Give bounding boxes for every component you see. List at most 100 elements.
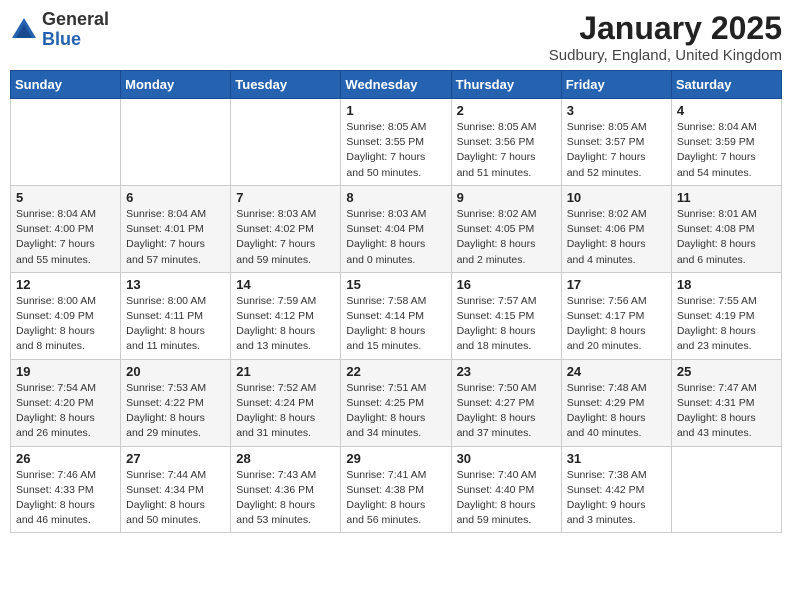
weekday-header-sunday: Sunday — [11, 71, 121, 99]
calendar-cell: 23Sunrise: 7:50 AM Sunset: 4:27 PM Dayli… — [451, 359, 561, 446]
day-info: Sunrise: 7:38 AM Sunset: 4:42 PM Dayligh… — [567, 468, 666, 529]
weekday-header-monday: Monday — [121, 71, 231, 99]
day-info: Sunrise: 7:43 AM Sunset: 4:36 PM Dayligh… — [236, 468, 335, 529]
day-number: 4 — [677, 103, 776, 118]
day-number: 12 — [16, 277, 115, 292]
calendar-cell: 25 Sunrise: 7:47 AM Sunset: 4:31 PM Dayli… — [671, 359, 781, 446]
calendar-table: SundayMondayTuesdayWednesdayThursdayFrid… — [10, 70, 782, 533]
calendar-cell: 1 Sunrise: 8:05 AM Sunset: 3:55 PM Daylig… — [341, 99, 451, 186]
calendar-cell: 28 Sunrise: 7:43 AM Sunset: 4:36 PM Dayli… — [231, 446, 341, 533]
calendar-cell: 14Sunrise: 7:59 AM Sunset: 4:12 PM Dayli… — [231, 272, 341, 359]
day-number: 28 — [236, 451, 335, 466]
day-info: Sunrise: 8:00 AM Sunset: 4:11 PM Dayligh… — [126, 294, 225, 355]
day-number: 7 — [236, 190, 335, 205]
month-title: January 2025 — [549, 10, 782, 47]
calendar-cell — [121, 99, 231, 186]
calendar-cell: 27 Sunrise: 7:44 AM Sunset: 4:34 PM Dayli… — [121, 446, 231, 533]
day-info: Sunrise: 7:48 AM Sunset: 4:29 PM Dayligh… — [567, 381, 666, 442]
day-info: Sunrise: 8:04 AM Sunset: 4:01 PM Dayligh… — [126, 207, 225, 268]
calendar-cell: 3 Sunrise: 8:05 AM Sunset: 3:57 PM Daylig… — [561, 99, 671, 186]
day-number: 11 — [677, 190, 776, 205]
weekday-header-friday: Friday — [561, 71, 671, 99]
day-number: 16 — [457, 277, 556, 292]
day-number: 30 — [457, 451, 556, 466]
calendar-cell: 30Sunrise: 7:40 AM Sunset: 4:40 PM Dayli… — [451, 446, 561, 533]
calendar-cell: 2Sunrise: 8:05 AM Sunset: 3:56 PM Daylig… — [451, 99, 561, 186]
calendar-cell: 7 Sunrise: 8:03 AM Sunset: 4:02 PM Daylig… — [231, 185, 341, 272]
day-number: 24 — [567, 364, 666, 379]
day-number: 8 — [346, 190, 445, 205]
day-info: Sunrise: 7:51 AM Sunset: 4:25 PM Dayligh… — [346, 381, 445, 442]
day-number: 15 — [346, 277, 445, 292]
day-info: Sunrise: 7:55 AM Sunset: 4:19 PM Dayligh… — [677, 294, 776, 355]
day-number: 13 — [126, 277, 225, 292]
day-number: 17 — [567, 277, 666, 292]
weekday-header-thursday: Thursday — [451, 71, 561, 99]
day-info: Sunrise: 7:41 AM Sunset: 4:38 PM Dayligh… — [346, 468, 445, 529]
day-info: Sunrise: 8:03 AM Sunset: 4:02 PM Dayligh… — [236, 207, 335, 268]
day-number: 20 — [126, 364, 225, 379]
calendar-cell: 13 Sunrise: 8:00 AM Sunset: 4:11 PM Dayli… — [121, 272, 231, 359]
day-number: 2 — [457, 103, 556, 118]
day-number: 5 — [16, 190, 115, 205]
logo-icon — [10, 16, 38, 44]
day-number: 9 — [457, 190, 556, 205]
day-number: 23 — [457, 364, 556, 379]
day-info: Sunrise: 8:05 AM Sunset: 3:55 PM Dayligh… — [346, 120, 445, 181]
calendar-week-3: 12 Sunrise: 8:00 AM Sunset: 4:09 PM Dayli… — [11, 272, 782, 359]
calendar-cell: 10Sunrise: 8:02 AM Sunset: 4:06 PM Dayli… — [561, 185, 671, 272]
calendar-cell: 17Sunrise: 7:56 AM Sunset: 4:17 PM Dayli… — [561, 272, 671, 359]
calendar-cell: 26 Sunrise: 7:46 AM Sunset: 4:33 PM Dayli… — [11, 446, 121, 533]
day-info: Sunrise: 7:58 AM Sunset: 4:14 PM Dayligh… — [346, 294, 445, 355]
day-number: 25 — [677, 364, 776, 379]
calendar-cell: 16Sunrise: 7:57 AM Sunset: 4:15 PM Dayli… — [451, 272, 561, 359]
title-area: January 2025 Sudbury, England, United Ki… — [549, 10, 782, 64]
location-subtitle: Sudbury, England, United Kingdom — [549, 47, 782, 64]
calendar-week-1: 1 Sunrise: 8:05 AM Sunset: 3:55 PM Daylig… — [11, 99, 782, 186]
day-info: Sunrise: 8:05 AM Sunset: 3:57 PM Dayligh… — [567, 120, 666, 181]
calendar-cell: 18 Sunrise: 7:55 AM Sunset: 4:19 PM Dayli… — [671, 272, 781, 359]
calendar-cell — [231, 99, 341, 186]
calendar-cell — [11, 99, 121, 186]
calendar-cell: 19 Sunrise: 7:54 AM Sunset: 4:20 PM Dayli… — [11, 359, 121, 446]
day-info: Sunrise: 8:00 AM Sunset: 4:09 PM Dayligh… — [16, 294, 115, 355]
day-info: Sunrise: 8:01 AM Sunset: 4:08 PM Dayligh… — [677, 207, 776, 268]
day-info: Sunrise: 7:52 AM Sunset: 4:24 PM Dayligh… — [236, 381, 335, 442]
day-number: 18 — [677, 277, 776, 292]
calendar-cell: 22 Sunrise: 7:51 AM Sunset: 4:25 PM Dayli… — [341, 359, 451, 446]
calendar-cell — [671, 446, 781, 533]
calendar-week-2: 5Sunrise: 8:04 AM Sunset: 4:00 PM Daylig… — [11, 185, 782, 272]
calendar-cell: 15 Sunrise: 7:58 AM Sunset: 4:14 PM Dayli… — [341, 272, 451, 359]
calendar-cell: 4Sunrise: 8:04 AM Sunset: 3:59 PM Daylig… — [671, 99, 781, 186]
calendar-cell: 9Sunrise: 8:02 AM Sunset: 4:05 PM Daylig… — [451, 185, 561, 272]
logo: General Blue — [10, 10, 109, 50]
day-info: Sunrise: 8:02 AM Sunset: 4:06 PM Dayligh… — [567, 207, 666, 268]
calendar-cell: 5Sunrise: 8:04 AM Sunset: 4:00 PM Daylig… — [11, 185, 121, 272]
day-number: 19 — [16, 364, 115, 379]
day-info: Sunrise: 7:44 AM Sunset: 4:34 PM Dayligh… — [126, 468, 225, 529]
day-info: Sunrise: 7:54 AM Sunset: 4:20 PM Dayligh… — [16, 381, 115, 442]
weekday-header-tuesday: Tuesday — [231, 71, 341, 99]
calendar-cell: 11 Sunrise: 8:01 AM Sunset: 4:08 PM Dayli… — [671, 185, 781, 272]
day-info: Sunrise: 7:53 AM Sunset: 4:22 PM Dayligh… — [126, 381, 225, 442]
day-number: 27 — [126, 451, 225, 466]
day-number: 21 — [236, 364, 335, 379]
calendar-cell: 12 Sunrise: 8:00 AM Sunset: 4:09 PM Dayli… — [11, 272, 121, 359]
day-number: 6 — [126, 190, 225, 205]
calendar-cell: 29 Sunrise: 7:41 AM Sunset: 4:38 PM Dayli… — [341, 446, 451, 533]
day-number: 26 — [16, 451, 115, 466]
calendar-cell: 21 Sunrise: 7:52 AM Sunset: 4:24 PM Dayli… — [231, 359, 341, 446]
day-number: 29 — [346, 451, 445, 466]
weekday-header-wednesday: Wednesday — [341, 71, 451, 99]
calendar-cell: 20 Sunrise: 7:53 AM Sunset: 4:22 PM Dayli… — [121, 359, 231, 446]
logo-general-text: General — [42, 9, 109, 29]
day-info: Sunrise: 7:47 AM Sunset: 4:31 PM Dayligh… — [677, 381, 776, 442]
weekday-header-saturday: Saturday — [671, 71, 781, 99]
calendar-cell: 24 Sunrise: 7:48 AM Sunset: 4:29 PM Dayli… — [561, 359, 671, 446]
day-number: 31 — [567, 451, 666, 466]
day-number: 22 — [346, 364, 445, 379]
day-info: Sunrise: 7:46 AM Sunset: 4:33 PM Dayligh… — [16, 468, 115, 529]
day-number: 3 — [567, 103, 666, 118]
day-number: 1 — [346, 103, 445, 118]
calendar-cell: 31 Sunrise: 7:38 AM Sunset: 4:42 PM Dayli… — [561, 446, 671, 533]
